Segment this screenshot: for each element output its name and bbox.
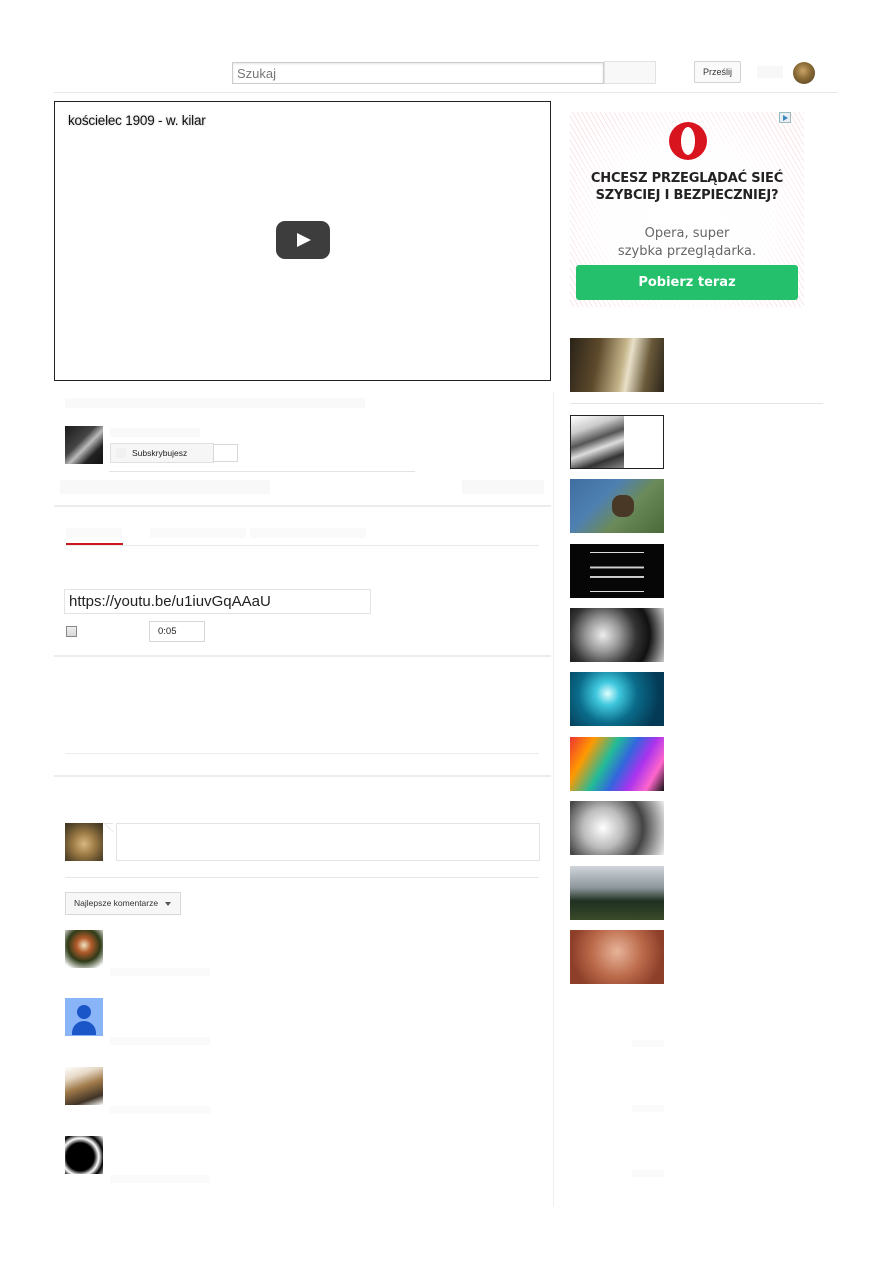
my-avatar	[65, 823, 103, 861]
tab-underline	[66, 545, 539, 546]
comment-author-avatar[interactable]	[65, 998, 103, 1036]
ninth-gate-title-image	[590, 552, 644, 592]
related-video-thumbnail[interactable]	[570, 544, 664, 598]
upload-button[interactable]: Prześlij	[694, 61, 741, 83]
comment-meta-placeholder	[110, 1106, 210, 1114]
related-video-thumbnail[interactable]	[570, 801, 664, 855]
view-count-placeholder	[462, 480, 544, 494]
comment-author-avatar[interactable]	[65, 1136, 103, 1174]
ad-download-button[interactable]: Pobierz teraz	[576, 265, 798, 300]
related-meta-placeholder	[632, 1170, 664, 1177]
related-meta-placeholder	[632, 1040, 664, 1047]
video-player[interactable]: kościelec 1909 - w. kilar	[54, 101, 551, 381]
notifications-placeholder[interactable]	[757, 66, 783, 78]
column-divider	[553, 392, 554, 1207]
comment-meta-placeholder	[110, 1175, 210, 1183]
comment-author-avatar[interactable]	[65, 1067, 103, 1105]
ad-subtext: Opera, super szybka przeglądarka.	[617, 226, 757, 259]
user-avatar[interactable]	[793, 62, 815, 84]
search-input[interactable]	[232, 62, 604, 84]
chamois-image	[612, 495, 634, 517]
channel-divider	[109, 471, 415, 472]
opera-logo-icon	[669, 122, 707, 160]
tab-email[interactable]	[250, 528, 366, 538]
start-time-input[interactable]: 0:05	[149, 621, 205, 642]
play-icon[interactable]	[276, 221, 330, 259]
section-divider	[54, 655, 551, 657]
default-user-icon	[77, 1005, 91, 1019]
related-video-thumbnail[interactable]	[570, 338, 664, 392]
header-divider	[54, 92, 838, 93]
sort-label: Najlepsze komentarze	[74, 898, 159, 908]
ad-choices-icon[interactable]	[779, 112, 791, 123]
comment-author-avatar[interactable]	[65, 930, 103, 968]
comment-input[interactable]	[116, 823, 540, 861]
start-at-checkbox[interactable]	[66, 626, 77, 637]
ad-headline: CHCESZ PRZEGLĄDAĆ SIEĆ SZYBCIEJ I BEZPIE…	[590, 171, 784, 203]
search-button[interactable]	[604, 61, 656, 84]
related-video-thumbnail[interactable]	[570, 608, 664, 662]
default-user-body	[72, 1021, 96, 1035]
video-title[interactable]: kościelec 1909 - w. kilar	[68, 113, 206, 128]
actions-placeholder	[60, 480, 270, 494]
related-meta-placeholder	[632, 1105, 664, 1112]
channel-avatar[interactable]	[65, 426, 103, 464]
subscribe-check-icon	[116, 448, 126, 458]
dropdown-caret-icon	[165, 902, 171, 906]
tab-share[interactable]	[66, 528, 122, 538]
tab-embed[interactable]	[150, 528, 246, 538]
sidebar-divider	[570, 403, 823, 404]
related-video-thumbnail[interactable]	[570, 930, 664, 984]
video-info-placeholder	[65, 398, 365, 408]
opera-ad[interactable]: CHCESZ PRZEGLĄDAĆ SIEĆ SZYBCIEJ I BEZPIE…	[570, 112, 804, 307]
section-divider	[54, 505, 551, 507]
subscriber-count	[213, 444, 238, 462]
section-divider	[54, 775, 551, 777]
related-video-thumbnail[interactable]	[570, 415, 664, 469]
mountain-image	[571, 416, 624, 468]
related-video-thumbnail[interactable]	[570, 672, 664, 726]
share-url-input[interactable]: https://youtu.be/u1iuvGqAAaU	[64, 589, 371, 614]
comment-meta-placeholder	[110, 968, 210, 976]
related-video-thumbnail[interactable]	[570, 737, 664, 791]
related-video-thumbnail[interactable]	[570, 866, 664, 920]
description-divider	[65, 753, 539, 754]
related-video-thumbnail[interactable]	[570, 479, 664, 533]
comment-meta-placeholder	[110, 1037, 210, 1045]
channel-name-placeholder[interactable]	[110, 428, 200, 437]
comments-divider	[65, 877, 539, 878]
sort-comments-dropdown[interactable]: Najlepsze komentarze	[65, 892, 181, 915]
